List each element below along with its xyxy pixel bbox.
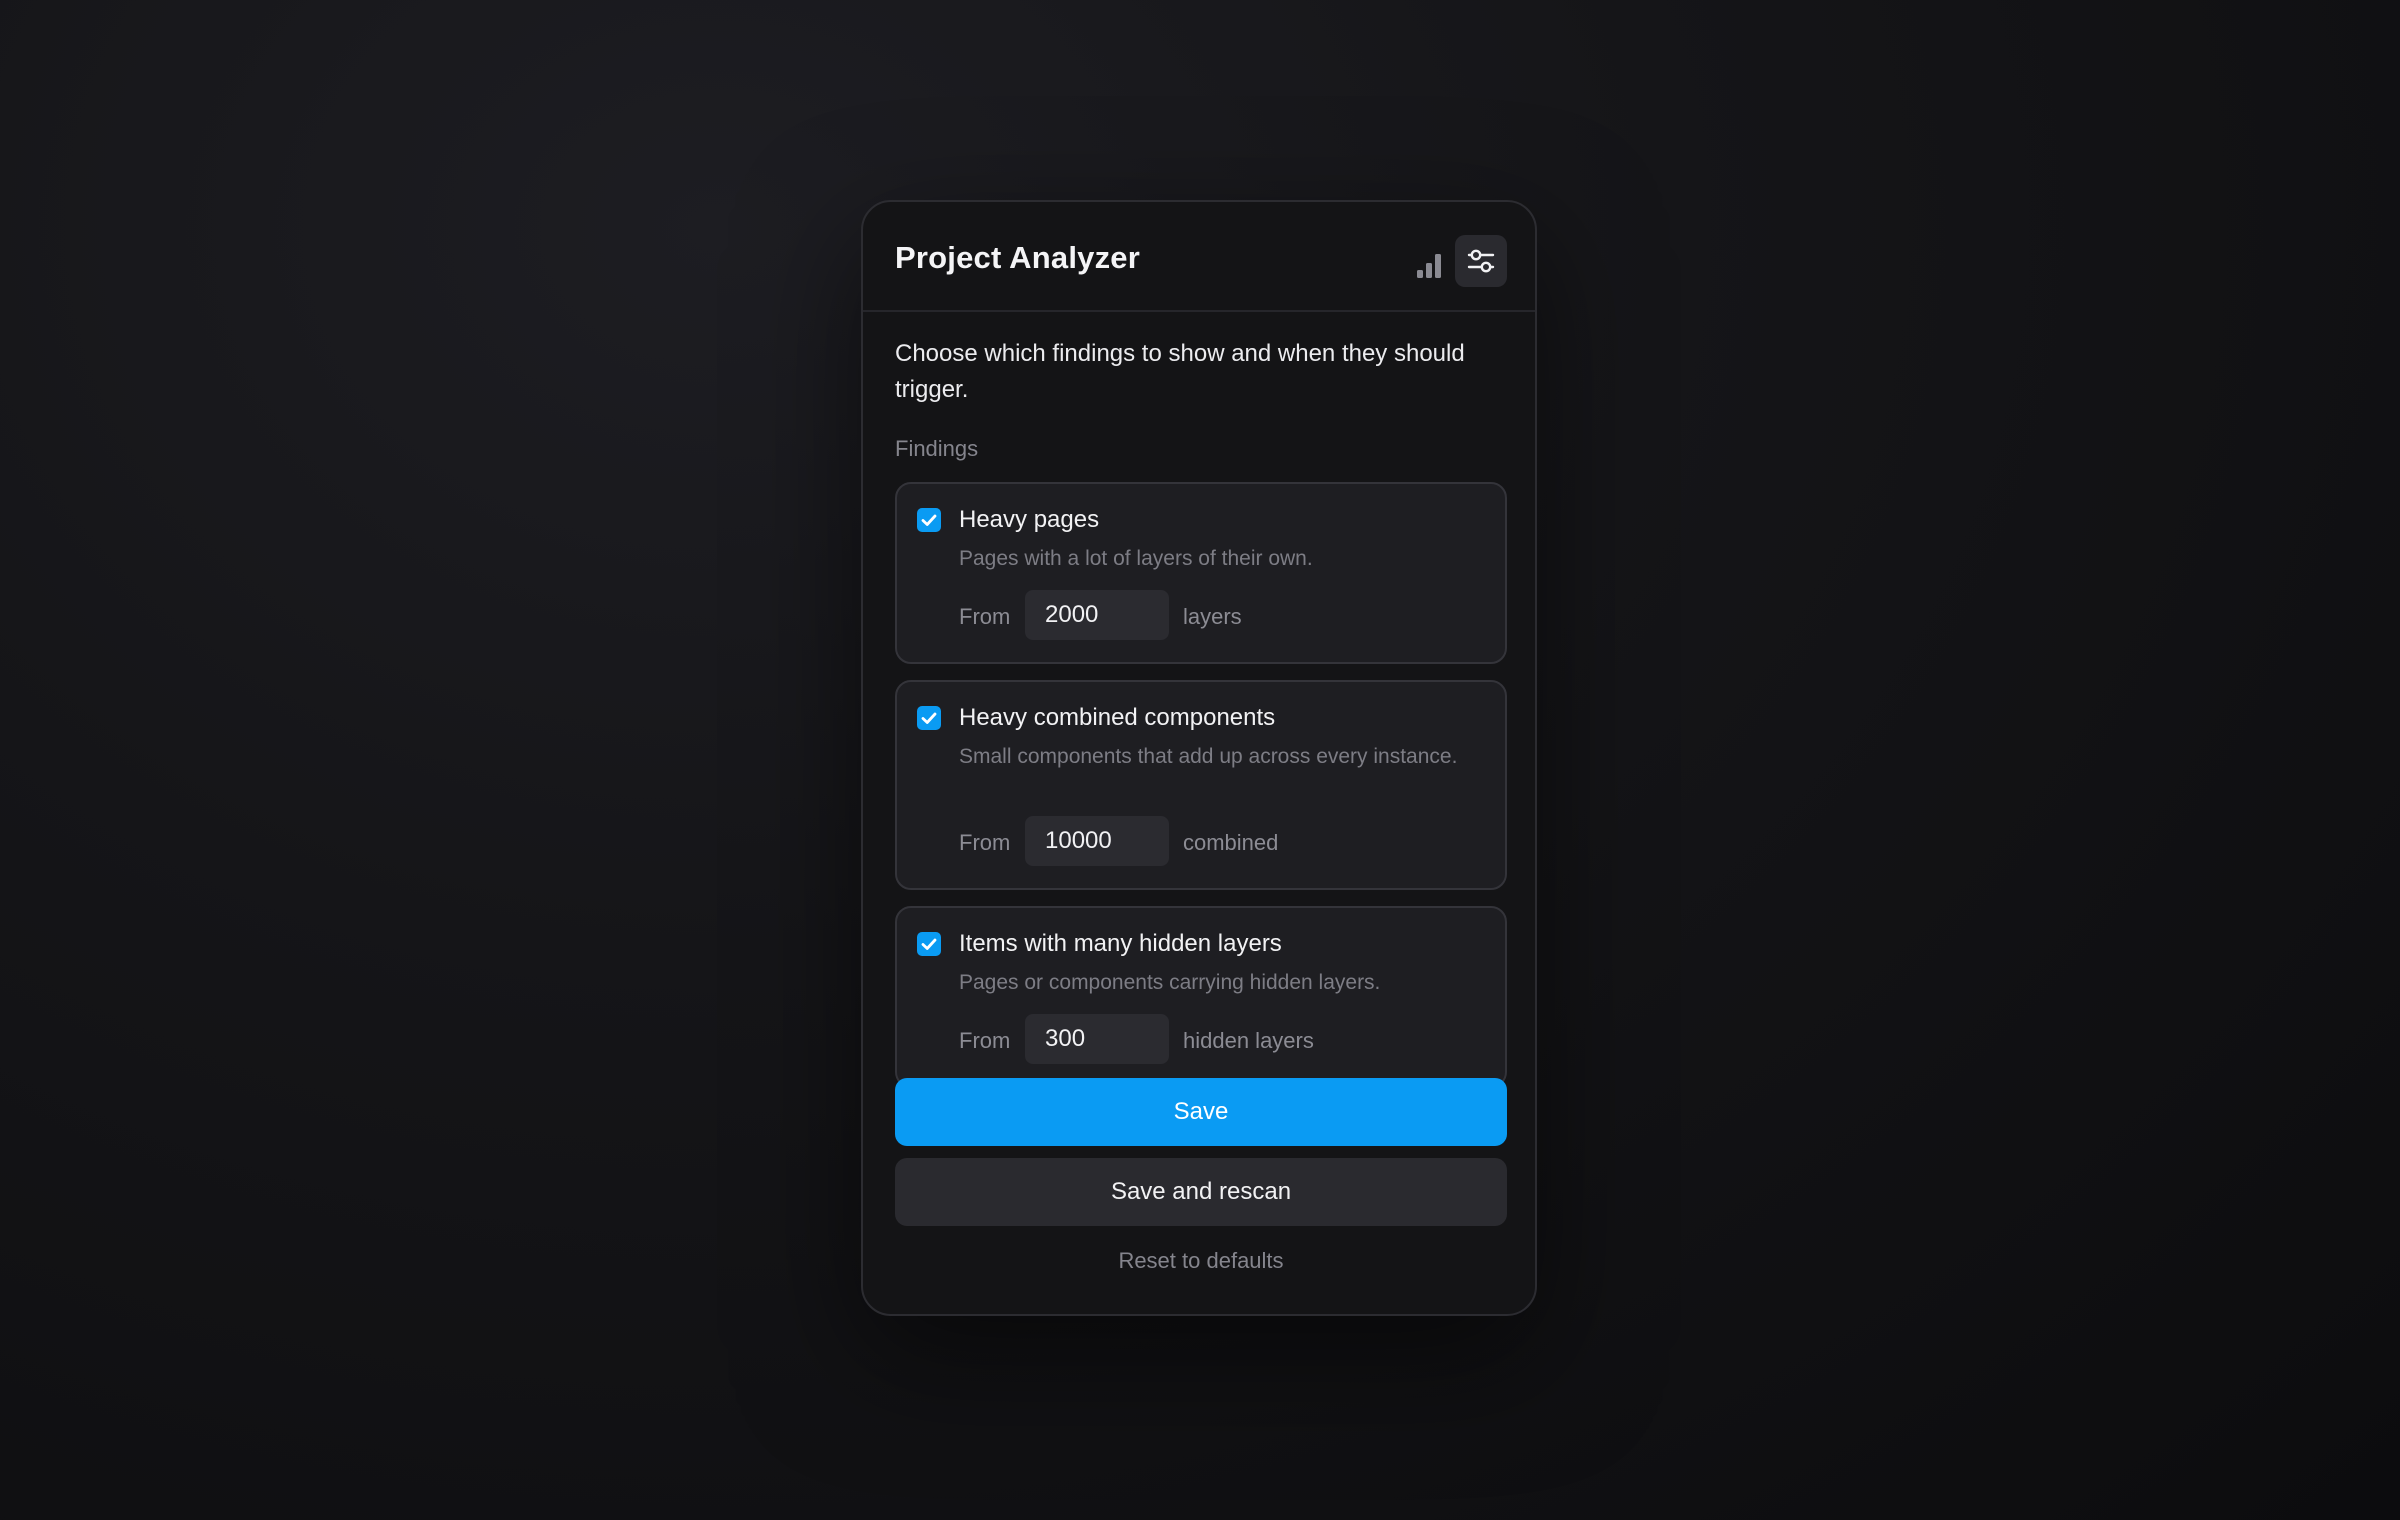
heavy-combined-checkbox[interactable] [917, 706, 941, 730]
finding-card-hidden-layers: Items with many hidden layers Pages or c… [895, 906, 1507, 1088]
reset-to-defaults-link[interactable]: Reset to defaults [895, 1248, 1507, 1274]
findings-label: Findings [895, 436, 979, 461]
settings-button[interactable] [1455, 235, 1507, 287]
heavy-pages-threshold-input[interactable] [1025, 590, 1169, 640]
finding-card-heavy-combined-components: Heavy combined components Small componen… [895, 680, 1507, 890]
finding-description: Pages or components carrying hidden laye… [959, 971, 1381, 994]
stats-button[interactable] [1403, 238, 1455, 290]
unit-label: hidden layers [1183, 1028, 1314, 1053]
finding-title: Heavy pages [959, 506, 1100, 533]
hidden-layers-checkbox[interactable] [917, 932, 941, 956]
finding-description: Pages with a lot of layers of their own. [959, 547, 1313, 570]
check-icon [921, 514, 937, 526]
panel-header: Project Analyzer [863, 202, 1535, 312]
panel-title: Project Analyzer [895, 240, 1140, 275]
from-label: From [959, 1028, 1011, 1053]
hidden-layers-threshold-input[interactable] [1025, 1014, 1169, 1064]
finding-description: Small components that add up across ever… [959, 745, 1458, 768]
bar-chart-icon [1417, 254, 1441, 278]
finding-title: Heavy combined components [959, 704, 1276, 731]
from-label: From [959, 830, 1011, 855]
finding-title: Items with many hidden layers [959, 930, 1282, 957]
analyzer-panel: Project Analyzer Choose which findings t… [861, 200, 1537, 1316]
unit-label: layers [1183, 604, 1242, 629]
check-icon [921, 712, 937, 724]
heavy-combined-threshold-input[interactable] [1025, 816, 1169, 866]
from-label: From [959, 604, 1011, 629]
check-icon [921, 938, 937, 950]
intro-text: Choose which findings to show and when t… [895, 340, 1465, 403]
finding-card-heavy-pages: Heavy pages Pages with a lot of layers o… [895, 482, 1507, 664]
save-button[interactable]: Save [895, 1078, 1507, 1146]
sliders-icon [1467, 249, 1495, 273]
unit-label: combined [1183, 830, 1279, 855]
save-and-rescan-button[interactable]: Save and rescan [895, 1158, 1507, 1226]
heavy-pages-checkbox[interactable] [917, 508, 941, 532]
